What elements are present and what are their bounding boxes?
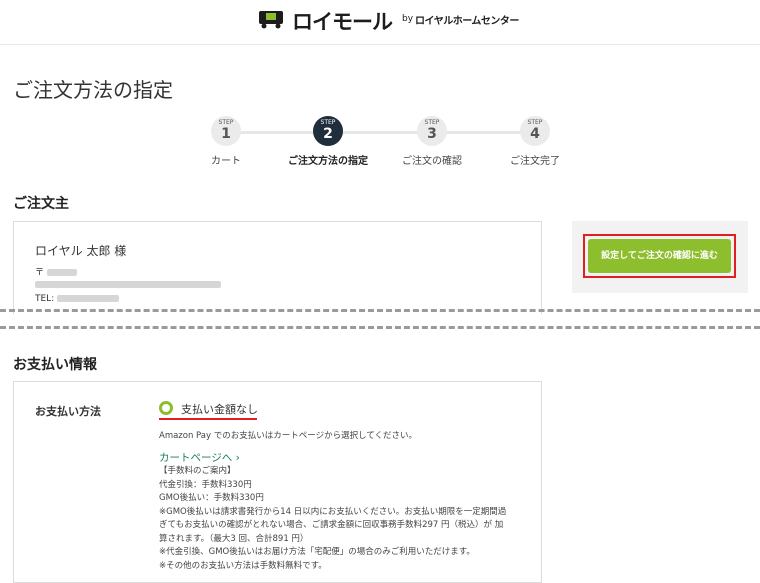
radio-no-payment[interactable] <box>159 401 173 415</box>
orderer-heading: ご注文主 <box>13 196 69 212</box>
redacted-zip <box>47 269 78 276</box>
fee-line: 代金引換：手数料330円 <box>159 479 252 490</box>
cut-divider <box>0 309 760 312</box>
step-1: STEP 1 カート <box>181 116 271 167</box>
radio-no-payment-label[interactable]: 支払い金額なし <box>181 401 258 417</box>
fee-line: ※代金引換、GMO後払いはお届け方法「宅配便」の場合のみご利用いただけます。 <box>159 547 475 557</box>
tel-prefix: TEL: <box>35 294 55 304</box>
checkout-stepper: STEP 1 カート STEP 2 ご注文方法の指定 STEP 3 ご注文の確認… <box>200 116 580 167</box>
page-title: ご注文方法の指定 <box>13 78 173 102</box>
payment-card: お支払い方法 支払い金額なし Amazon Pay でのお支払いはカートページか… <box>13 381 542 583</box>
stepper-line <box>227 131 535 134</box>
orderer-zip: 〒 <box>35 265 78 278</box>
site-header: ロイモール by ロイヤルホームセンター <box>0 0 760 45</box>
step-3: STEP 3 ご注文の確認 <box>387 116 477 167</box>
proceed-to-confirm-button[interactable]: 設定してご注文の確認に進む <box>588 239 731 273</box>
zip-prefix: 〒 <box>35 268 45 278</box>
orderer-tel: TEL: <box>35 294 120 304</box>
fee-line: GMO後払い：手数料330円 <box>159 493 264 503</box>
step-number: 3 <box>427 126 437 142</box>
logo-by-text: by <box>402 14 414 24</box>
step-2: STEP 2 ご注文方法の指定 <box>283 116 373 167</box>
step-small-label: STEP <box>218 119 234 126</box>
step-circle: STEP 3 <box>417 116 447 146</box>
step-circle: STEP 2 <box>313 116 343 146</box>
fee-line: 【手数料のご案内】 <box>159 466 236 476</box>
amazon-pay-note: Amazon Pay でのお支払いはカートページから選択してください。 <box>159 431 418 441</box>
step-number: 2 <box>323 126 333 142</box>
step-circle: STEP 1 <box>211 116 241 146</box>
orderer-card: ロイヤル 太郎 様 〒 TEL: <box>13 221 542 314</box>
fee-line: ※GMO後払いは請求書発行から14 日以内にお支払いください。お支払い期限を一定… <box>159 506 507 517</box>
step-label: ご注文方法の指定 <box>288 156 368 167</box>
cart-page-link[interactable]: カートページへ › <box>159 450 240 465</box>
parent-brand-logo: ロイヤルホームセンター <box>415 16 519 27</box>
orderer-name: ロイヤル 太郎 様 <box>35 244 127 258</box>
fee-line: 算されます。（最大3 回、合計891 円） <box>159 533 309 544</box>
payment-heading: お支払い情報 <box>13 357 97 373</box>
step-number: 1 <box>221 126 231 142</box>
shopping-cart-logo-icon <box>259 11 283 29</box>
payment-method-label: お支払い方法 <box>35 405 101 418</box>
step-small-label: STEP <box>320 119 336 126</box>
step-number: 4 <box>530 126 540 142</box>
redacted-address <box>35 281 221 288</box>
step-small-label: STEP <box>527 119 543 126</box>
step-label: ご注文完了 <box>510 156 560 167</box>
highlight-underline <box>159 418 257 420</box>
step-circle: STEP 4 <box>520 116 550 146</box>
redacted-tel <box>57 295 120 302</box>
fee-line: ※その他のお支払い方法は手数料無料です。 <box>159 560 327 571</box>
orderer-address <box>35 280 221 290</box>
step-4: STEP 4 ご注文完了 <box>490 116 580 167</box>
highlight-frame: 設定してご注文の確認に進む <box>583 234 736 278</box>
step-label: カート <box>211 156 241 167</box>
cut-divider <box>0 326 760 329</box>
site-logo[interactable]: ロイモール <box>292 6 393 36</box>
fee-info: 【手数料のご案内】 代金引換：手数料330円 GMO後払い：手数料330円 ※G… <box>159 465 549 573</box>
step-label: ご注文の確認 <box>402 156 462 167</box>
fee-line: ぎてもお支払いの確認がとれない場合、ご請求金額に回収事務手数料297 円（税込）… <box>159 520 504 530</box>
step-small-label: STEP <box>424 119 440 126</box>
